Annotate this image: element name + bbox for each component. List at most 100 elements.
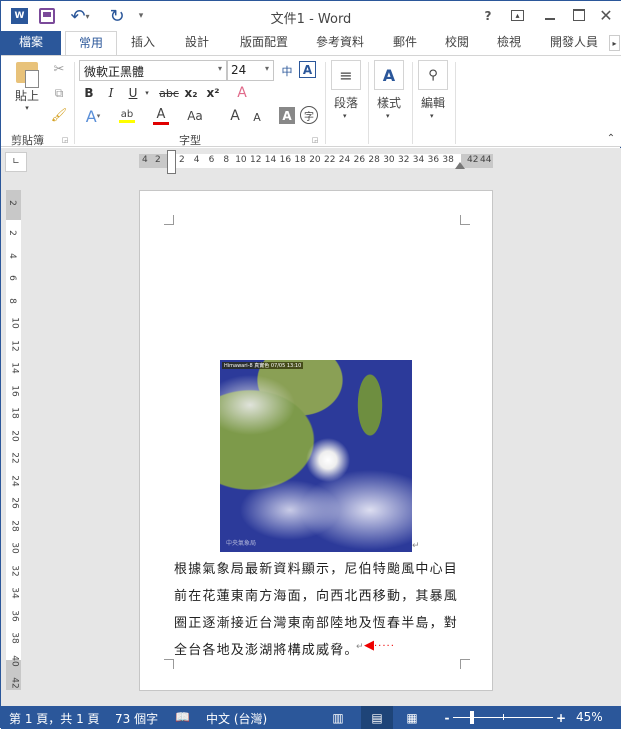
editing-button[interactable]: ⚲ bbox=[418, 60, 448, 90]
character-shading-icon[interactable]: A bbox=[279, 107, 295, 124]
format-painter-icon[interactable]: 🖌 bbox=[51, 107, 68, 123]
italic-button[interactable]: I bbox=[103, 84, 119, 102]
clear-formatting-icon[interactable]: A bbox=[233, 84, 251, 102]
ruler-tick-label: 38 bbox=[442, 155, 454, 165]
text-line[interactable]: 前在花蓮東南方海面，向西北西移動，其暴風 bbox=[174, 585, 458, 604]
character-border-icon[interactable]: A bbox=[299, 61, 316, 78]
clipboard-launcher-icon[interactable]: ◲ bbox=[61, 136, 69, 144]
text-effects-icon[interactable]: A ▾ bbox=[81, 106, 105, 126]
maximize-icon[interactable] bbox=[573, 9, 585, 21]
image-watermark: 中央氣象局 bbox=[226, 540, 257, 547]
ruler-tick-label: 42 bbox=[467, 155, 479, 165]
undo-icon[interactable]: ↶ ▾ bbox=[67, 6, 93, 27]
ruler-tick-label: 30 bbox=[9, 542, 20, 554]
red-arrow-annotation-icon: ◀····· bbox=[364, 638, 395, 653]
cut-icon[interactable]: ✂ bbox=[51, 61, 67, 77]
paste-dropdown-icon[interactable]: ▾ bbox=[25, 104, 29, 112]
ruler-tick-label: 32 bbox=[398, 155, 410, 165]
horizontal-ruler[interactable]: 4 2 2 4 6 8 10 12 14 16 18 20 22 24 26 28 30 32 34 36 38 42 44 bbox=[139, 150, 493, 174]
paragraph-button[interactable]: ≡ bbox=[331, 60, 361, 90]
ruler-tick-label: 38 bbox=[9, 632, 20, 644]
underline-dropdown-icon[interactable]: ▾ bbox=[143, 86, 151, 100]
subscript-button[interactable]: x₂ bbox=[183, 84, 199, 102]
ruler-tick-label: 28 bbox=[9, 519, 20, 532]
right-indent-marker[interactable] bbox=[455, 162, 465, 169]
editing-label[interactable]: 編輯 bbox=[421, 94, 445, 111]
group-label-clipboard: 剪貼簿 bbox=[11, 134, 44, 147]
ribbon-display-icon[interactable]: ▴ bbox=[511, 10, 524, 21]
web-layout-icon[interactable]: ▦ bbox=[403, 709, 421, 726]
tab-mailings[interactable]: 郵件 bbox=[385, 31, 425, 55]
shrink-font-icon[interactable]: A bbox=[249, 108, 265, 126]
tab-file[interactable]: 檔案 bbox=[1, 31, 61, 55]
zoom-slider-thumb[interactable] bbox=[470, 711, 475, 724]
tab-design[interactable]: 設計 bbox=[177, 31, 217, 55]
ruler-tick-label: 6 bbox=[6, 275, 17, 281]
ribbon: 貼上 ▾ ✂ ⧉ 🖌 剪貼簿 ◲ 微軟正黑體 ▾ 24 ▾ 中 A B I U ▾ … bbox=[1, 55, 621, 147]
ruler-tick-label: 4 bbox=[142, 155, 148, 165]
zoom-in-button[interactable]: + bbox=[555, 709, 567, 726]
satellite-image[interactable]: Himawari-8 真實色 07/05 13:10 中央氣象局 bbox=[220, 360, 412, 552]
copy-icon[interactable]: ⧉ bbox=[51, 85, 67, 101]
word-count[interactable]: 73 個字 bbox=[115, 710, 158, 727]
highlight-color-button[interactable]: ab bbox=[113, 106, 141, 126]
ruler-tick-label: 20 bbox=[9, 429, 20, 442]
tab-view[interactable]: 檢視 bbox=[489, 31, 529, 55]
ruler-tick-label: 10 bbox=[235, 155, 247, 165]
redo-icon[interactable]: ↻ bbox=[107, 6, 127, 27]
tab-scroll-right-icon[interactable]: ▸ bbox=[609, 35, 620, 51]
font-launcher-icon[interactable]: ◲ bbox=[311, 136, 319, 144]
minimize-icon[interactable] bbox=[543, 9, 557, 23]
indent-marker[interactable] bbox=[167, 150, 176, 174]
font-name-select[interactable]: 微軟正黑體 ▾ bbox=[79, 60, 227, 81]
tab-home[interactable]: 常用 bbox=[65, 31, 117, 56]
customize-qat-icon[interactable]: ▾ bbox=[135, 9, 147, 23]
page-count[interactable]: 第 1 頁，共 1 頁 bbox=[9, 710, 100, 727]
underline-button[interactable]: U bbox=[125, 84, 141, 102]
phonetic-guide-icon[interactable]: 中 bbox=[278, 62, 296, 80]
font-color-button[interactable]: A bbox=[147, 106, 175, 126]
enclose-characters-icon[interactable]: 字 bbox=[300, 106, 318, 124]
paragraph-mark-icon: ↵ bbox=[412, 541, 420, 551]
tab-layout[interactable]: 版面配置 bbox=[231, 31, 297, 55]
ruler-tick-label: 34 bbox=[9, 587, 20, 599]
ruler-tick-label: 14 bbox=[264, 155, 277, 165]
print-layout-icon[interactable]: ▤ bbox=[361, 706, 393, 729]
tab-selector[interactable]: ∟ bbox=[5, 152, 27, 172]
save-icon[interactable] bbox=[39, 8, 55, 24]
ruler-tick-label: 10 bbox=[9, 317, 20, 329]
styles-label[interactable]: 樣式 bbox=[377, 94, 401, 111]
tab-review[interactable]: 校閱 bbox=[437, 31, 477, 55]
help-icon[interactable]: ? bbox=[479, 7, 497, 25]
paragraph-label[interactable]: 段落 bbox=[334, 94, 358, 111]
text-line[interactable]: 根據氣象局最新資料顯示，尼伯特颱風中心目 bbox=[174, 558, 458, 577]
paste-button[interactable]: 貼上 ▾ bbox=[11, 62, 43, 112]
tab-references[interactable]: 參考資料 bbox=[307, 31, 373, 55]
collapse-ribbon-icon[interactable]: ⌃ bbox=[605, 132, 617, 144]
highlight-color-bar bbox=[119, 120, 135, 123]
styles-button[interactable]: A bbox=[374, 60, 404, 90]
font-size-select[interactable]: 24 ▾ bbox=[227, 60, 274, 81]
strikethrough-button[interactable]: abc bbox=[157, 84, 181, 102]
zoom-slider[interactable] bbox=[453, 711, 553, 724]
change-case-button[interactable]: Aa bbox=[181, 106, 209, 126]
bold-button[interactable]: B bbox=[81, 84, 97, 102]
proofing-icon[interactable]: 📖 bbox=[175, 710, 190, 724]
document-page[interactable]: Himawari-8 真實色 07/05 13:10 中央氣象局 ↵ 根據氣象局… bbox=[139, 190, 493, 691]
tab-developer[interactable]: 開發人員 bbox=[543, 31, 605, 55]
word-icon[interactable]: W bbox=[11, 8, 28, 24]
close-icon[interactable]: ✕ bbox=[597, 6, 615, 25]
window-title: 文件1 - Word bbox=[270, 12, 352, 27]
read-mode-icon[interactable]: ▥ bbox=[329, 709, 347, 726]
tab-insert[interactable]: 插入 bbox=[123, 31, 163, 55]
zoom-out-button[interactable]: - bbox=[441, 709, 453, 726]
ruler-tick-label: 16 bbox=[279, 155, 292, 165]
ruler-tick-label: 18 bbox=[9, 407, 20, 419]
vertical-ruler[interactable]: 2 2 4 6 8 10 12 14 16 18 20 22 24 26 28 30 32 34 36 38 40 42 bbox=[6, 190, 21, 690]
zoom-level[interactable]: 45% bbox=[576, 710, 603, 724]
grow-font-icon[interactable]: A bbox=[227, 106, 243, 126]
superscript-button[interactable]: x² bbox=[205, 84, 221, 102]
text-line[interactable]: 全台各地及澎湖將構成威脅。 bbox=[174, 639, 359, 658]
text-line[interactable]: 圈正逐漸接近台灣東南部陸地及恆春半島，對 bbox=[174, 612, 458, 631]
language[interactable]: 中文 (台灣) bbox=[206, 710, 267, 727]
